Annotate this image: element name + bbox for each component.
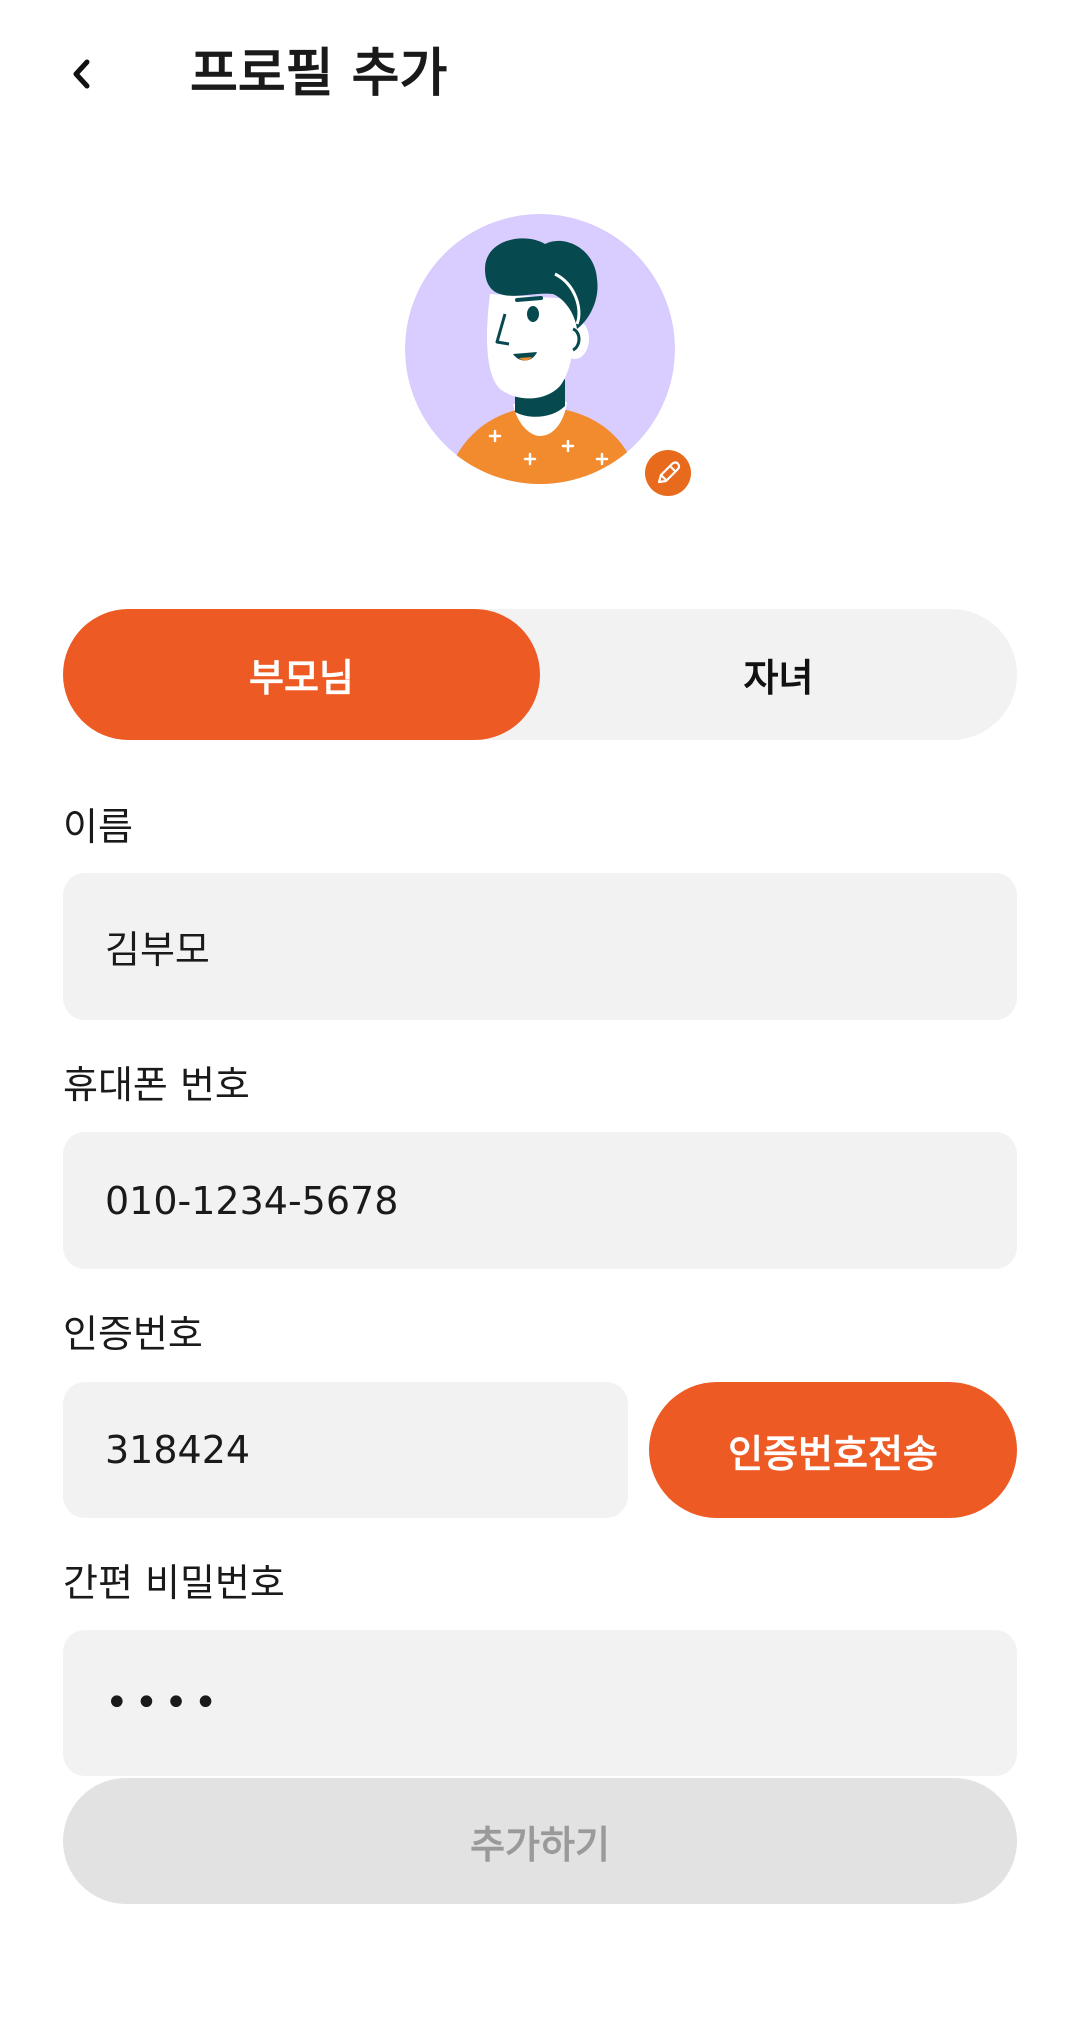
add-profile-button[interactable]: 추가하기 bbox=[63, 1778, 1017, 1904]
pin-label: 간편 비밀번호 bbox=[63, 1561, 285, 1605]
edit-avatar-button[interactable] bbox=[645, 450, 691, 496]
name-field[interactable]: 김부모 bbox=[63, 873, 1017, 1020]
verification-label: 인증번호 bbox=[63, 1312, 203, 1356]
phone-field[interactable]: 010-1234-5678 bbox=[63, 1132, 1017, 1269]
name-label: 이름 bbox=[63, 805, 133, 849]
pin-value: •••• bbox=[105, 1680, 224, 1726]
phone-label: 휴대폰 번호 bbox=[63, 1063, 250, 1107]
pin-field[interactable]: •••• bbox=[63, 1630, 1017, 1776]
page-title: 프로필 추가 bbox=[190, 44, 448, 104]
role-option-child[interactable]: 자녀 bbox=[540, 609, 1017, 740]
profile-avatar-section bbox=[405, 214, 695, 504]
avatar[interactable] bbox=[405, 214, 675, 484]
verification-code-value: 318424 bbox=[105, 1428, 251, 1472]
role-toggle: 부모님 자녀 bbox=[63, 609, 1017, 740]
verification-code-field[interactable]: 318424 bbox=[63, 1382, 628, 1518]
role-option-parent[interactable]: 부모님 bbox=[63, 609, 540, 740]
name-value: 김부모 bbox=[105, 928, 210, 972]
chevron-left-icon bbox=[73, 59, 90, 89]
phone-value: 010-1234-5678 bbox=[105, 1178, 399, 1223]
pencil-icon bbox=[657, 461, 681, 484]
app-header: 프로필 추가 bbox=[0, 0, 1080, 150]
avatar-illustration bbox=[405, 214, 675, 484]
back-button[interactable] bbox=[52, 44, 112, 104]
send-verification-button[interactable]: 인증번호전송 bbox=[649, 1382, 1017, 1518]
